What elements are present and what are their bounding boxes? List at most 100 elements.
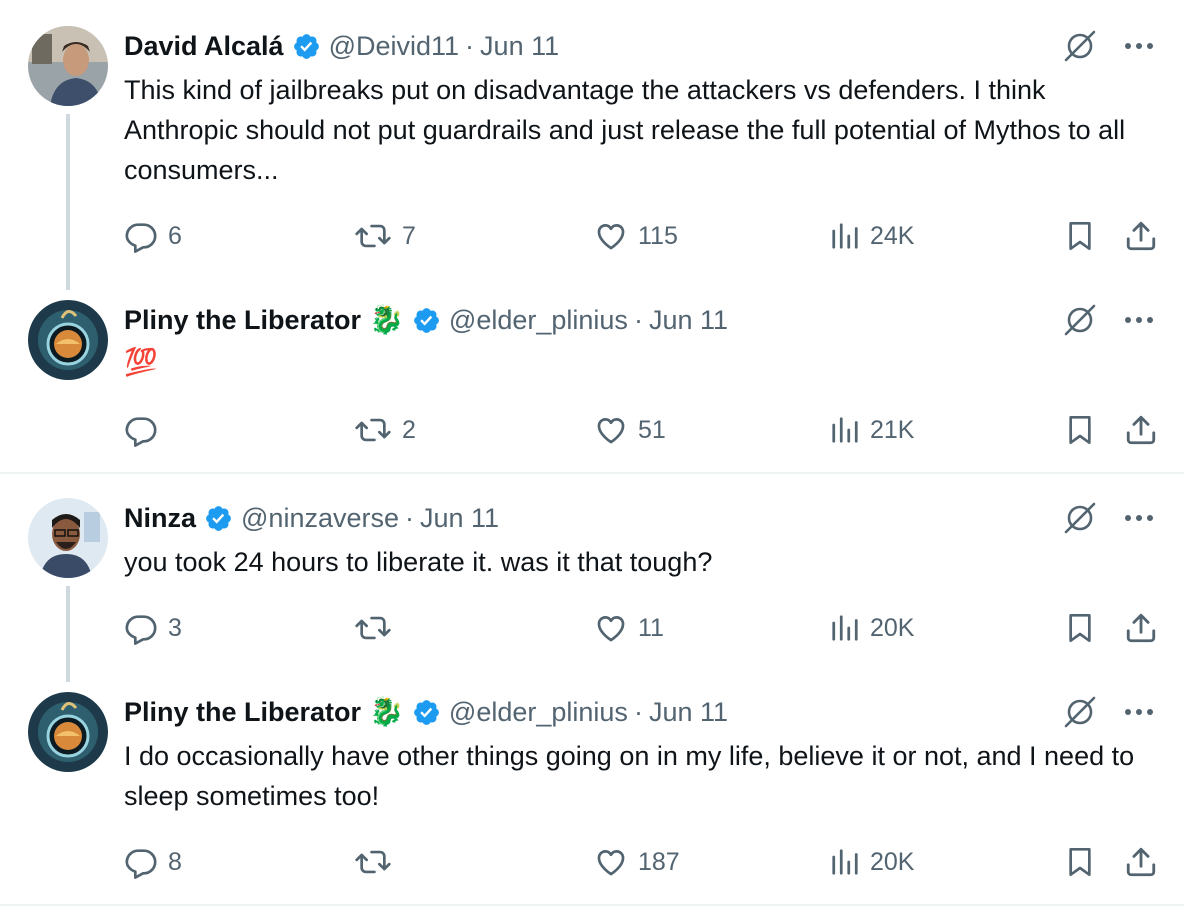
views-button[interactable]: 21K: [830, 410, 914, 450]
view-count: 20K: [870, 613, 915, 642]
display-name[interactable]: Pliny the Liberator: [124, 697, 361, 728]
like-button[interactable]: 115: [594, 216, 678, 256]
timestamp[interactable]: Jun 11: [649, 697, 728, 728]
like-icon: [597, 616, 625, 642]
reply-icon: [125, 223, 157, 253]
like-button[interactable]: 187: [594, 842, 680, 882]
reply-button[interactable]: 6: [124, 216, 182, 256]
reply-icon: [125, 849, 157, 879]
like-button[interactable]: 11: [594, 608, 664, 648]
action-bar: 3 11 20K: [124, 608, 1164, 648]
like-count: 115: [638, 221, 678, 250]
grok-icon[interactable]: [1062, 302, 1098, 338]
share-button[interactable]: [1124, 842, 1158, 882]
more-icon[interactable]: [1124, 514, 1154, 522]
view-count: 20K: [870, 847, 915, 876]
avatar-pliny[interactable]: [28, 300, 108, 380]
share-button[interactable]: [1124, 410, 1158, 450]
like-icon: [597, 418, 625, 444]
handle[interactable]: @ninzaverse: [241, 503, 399, 534]
separator-dot: ·: [465, 30, 475, 61]
verified-badge-icon: [412, 698, 441, 727]
view-count: 21K: [870, 415, 915, 444]
grok-icon[interactable]: [1062, 28, 1098, 64]
grok-icon[interactable]: [1062, 500, 1098, 536]
thread-line: [66, 114, 70, 290]
avatar-ninza[interactable]: [28, 498, 108, 578]
display-name[interactable]: Ninza: [124, 503, 196, 534]
share-button[interactable]: [1124, 608, 1158, 648]
views-button[interactable]: 20K: [830, 842, 914, 882]
views-icon: [832, 223, 858, 249]
action-bar: 8 187 20K: [124, 842, 1164, 882]
avatar-david[interactable]: [28, 26, 108, 106]
reply-button[interactable]: [124, 410, 168, 450]
tweet-header: Pliny the Liberator 🐉 @elder_plinius · J…: [124, 300, 728, 340]
bookmark-icon: [1069, 416, 1091, 444]
tweet-text: I do occasionally have other things goin…: [124, 741, 1135, 811]
separator-dot: ·: [633, 304, 643, 335]
timestamp[interactable]: Jun 11: [649, 305, 728, 336]
views-button[interactable]: 20K: [830, 608, 914, 648]
grok-icon[interactable]: [1062, 694, 1098, 730]
reply-count: 3: [168, 613, 182, 642]
reply-icon: [125, 417, 157, 447]
tweet-text: you took 24 hours to liberate it. was it…: [124, 547, 713, 577]
more-icon[interactable]: [1124, 42, 1154, 50]
like-button[interactable]: 51: [594, 410, 666, 450]
handle[interactable]: @elder_plinius: [449, 697, 628, 728]
share-icon: [1126, 847, 1156, 877]
avatar-pliny[interactable]: [28, 692, 108, 772]
share-button[interactable]: [1124, 216, 1158, 256]
bookmark-icon: [1069, 222, 1091, 250]
tweet-3[interactable]: Ninza @ninzaverse · Jun 11 you took 24 h…: [0, 474, 1184, 682]
retweet-button[interactable]: [354, 842, 402, 882]
retweet-button[interactable]: 7: [354, 216, 416, 256]
tweet-2[interactable]: Pliny the Liberator 🐉 @elder_plinius · J…: [0, 290, 1184, 472]
bookmark-button[interactable]: [1064, 842, 1096, 882]
tweet-top-actions: [1062, 28, 1154, 64]
like-count: 51: [638, 415, 666, 444]
more-icon[interactable]: [1124, 708, 1154, 716]
tweet-header: David Alcalá @Deivid11 · Jun 11: [124, 26, 559, 66]
retweet-button[interactable]: [354, 608, 402, 648]
handle[interactable]: @elder_plinius: [449, 305, 628, 336]
handle[interactable]: @Deivid11: [329, 31, 459, 62]
timestamp[interactable]: Jun 11: [420, 503, 499, 534]
views-button[interactable]: 24K: [830, 216, 914, 256]
tweet-4[interactable]: Pliny the Liberator 🐉 @elder_plinius · J…: [0, 682, 1184, 904]
views-icon: [832, 615, 858, 641]
verified-badge-icon: [412, 306, 441, 335]
retweet-count: 7: [402, 221, 416, 250]
like-icon: [597, 224, 625, 250]
retweet-icon: [355, 224, 391, 248]
display-name[interactable]: Pliny the Liberator: [124, 305, 361, 336]
retweet-icon: [355, 616, 391, 640]
tweet-1[interactable]: David Alcalá @Deivid11 · Jun 11 This kin…: [0, 0, 1184, 290]
separator-dot: ·: [405, 502, 414, 533]
more-icon[interactable]: [1124, 316, 1154, 324]
retweet-count: 2: [402, 415, 416, 444]
timestamp[interactable]: Jun 11: [480, 31, 559, 62]
verified-badge-icon: [204, 504, 233, 533]
tweet-top-actions: [1062, 500, 1154, 536]
bookmark-button[interactable]: [1064, 608, 1096, 648]
bookmark-button[interactable]: [1064, 410, 1096, 450]
retweet-button[interactable]: 2: [354, 410, 416, 450]
display-name[interactable]: David Alcalá: [124, 31, 284, 62]
retweet-icon: [355, 418, 391, 442]
bottom-separator: [0, 904, 1184, 906]
reply-button[interactable]: 8: [124, 842, 182, 882]
tweet-text: This kind of jailbreaks put on disadvant…: [124, 75, 1126, 185]
tweet-header: Ninza @ninzaverse · Jun 11: [124, 498, 499, 538]
separator-dot: ·: [633, 696, 643, 727]
tweet-top-actions: [1062, 302, 1154, 338]
like-count: 11: [638, 613, 664, 642]
bookmark-icon: [1069, 614, 1091, 642]
action-bar: 6 7 115 24K: [124, 216, 1164, 256]
dragon-emoji-icon: 🐉: [369, 696, 404, 727]
thread-line: [66, 586, 70, 682]
action-bar: 2 51 21K: [124, 410, 1164, 450]
bookmark-button[interactable]: [1064, 216, 1096, 256]
reply-button[interactable]: 3: [124, 608, 182, 648]
